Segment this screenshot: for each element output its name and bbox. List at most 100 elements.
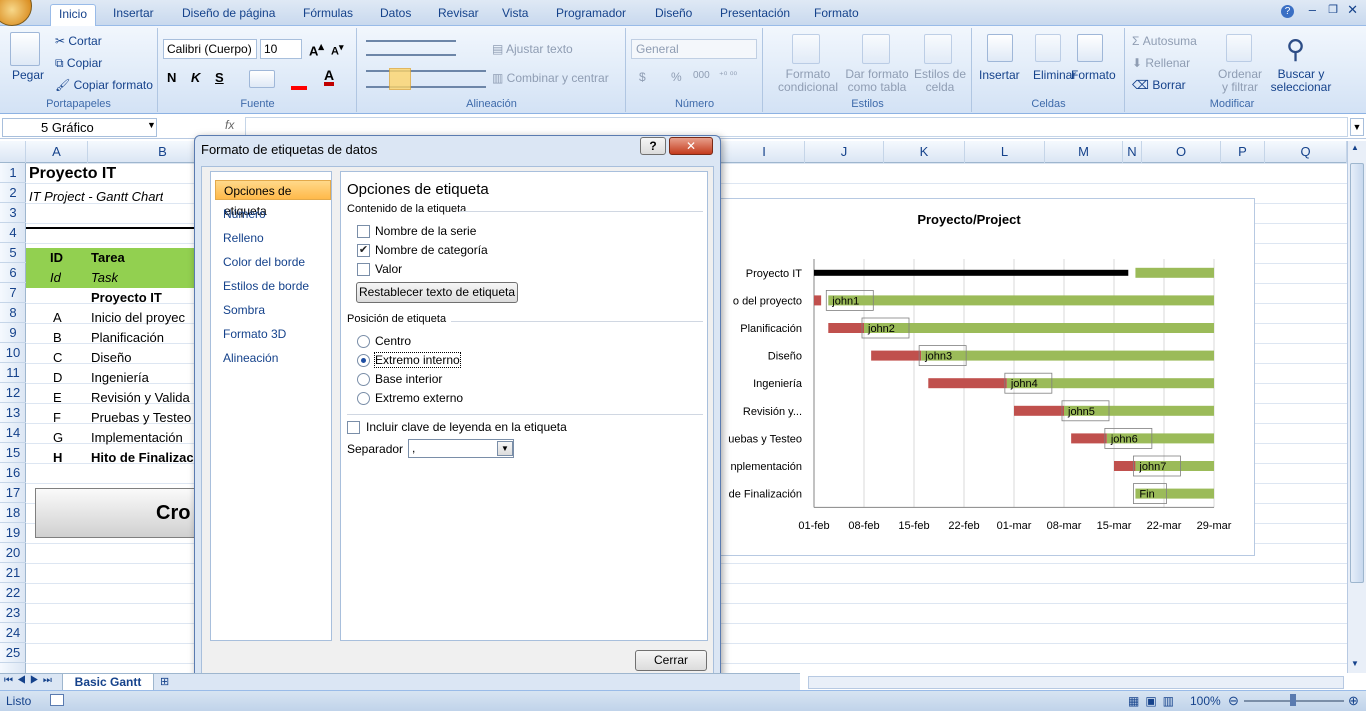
row-header-4[interactable]: 4 (0, 223, 26, 243)
font-color-icon[interactable]: A (324, 68, 335, 86)
tab-inicio[interactable]: Inicio (50, 4, 97, 27)
tab-vista[interactable]: Vista (494, 4, 536, 26)
scroll-down-icon[interactable]: ▼ (1351, 659, 1359, 668)
zoom-in-icon[interactable]: ⊕ (1348, 693, 1359, 709)
column-header-l[interactable]: L (965, 141, 1045, 163)
legend-key-checkbox[interactable] (347, 421, 360, 434)
office-button[interactable] (0, 0, 32, 26)
row-header-10[interactable]: 10 (0, 343, 26, 363)
conditional-format-button[interactable]: Formato condicional (770, 68, 846, 94)
close-dialog-button[interactable]: Cerrar (635, 650, 707, 671)
fill-button[interactable]: ⬇ Rellenar (1132, 56, 1190, 70)
restore-icon[interactable]: ❐ (1328, 3, 1338, 16)
row-header-21[interactable]: 21 (0, 563, 26, 583)
tab-programador[interactable]: Programador (548, 4, 634, 26)
dialog-close-button[interactable]: ✕ (669, 137, 713, 155)
thousands-button[interactable]: 000 (693, 70, 710, 81)
column-header-n[interactable]: N (1123, 141, 1142, 163)
separator-dropdown-icon[interactable]: ▼ (497, 441, 513, 456)
fx-icon[interactable]: fx (225, 118, 234, 132)
vertical-align-icons[interactable] (366, 40, 456, 56)
row-header-6[interactable]: 6 (0, 263, 26, 283)
value-checkbox[interactable] (357, 263, 370, 276)
paste-button[interactable]: Pegar (12, 68, 44, 82)
tab-formato[interactable]: Formato (806, 4, 867, 26)
row-header-18[interactable]: 18 (0, 503, 26, 523)
row-header-11[interactable]: 11 (0, 363, 26, 383)
position-radio-1[interactable] (357, 354, 370, 367)
insert-cells-button[interactable]: Insertar (979, 68, 1020, 82)
series-name-checkbox[interactable] (357, 225, 370, 238)
zoom-slider-thumb[interactable] (1290, 694, 1296, 706)
find-select-button[interactable]: Buscar y seleccionar (1266, 68, 1336, 94)
row-header-20[interactable]: 20 (0, 543, 26, 563)
insert-sheet-icon[interactable]: ⊞ (160, 675, 169, 688)
percent-button[interactable]: % (671, 70, 682, 84)
align-center-icon[interactable] (389, 68, 411, 90)
format-painter-button[interactable]: 🖌 Copiar formato (55, 78, 153, 92)
help-button[interactable]: ? (640, 137, 666, 155)
gantt-chart[interactable]: Proyecto/Project 01-feb 08-feb 15-feb 22-feb… (720, 198, 1255, 556)
tab-revisar[interactable]: Revisar (430, 4, 487, 26)
row-header-16[interactable]: 16 (0, 463, 26, 483)
minimize-icon[interactable]: – (1309, 2, 1316, 17)
position-radio-2[interactable] (357, 373, 370, 386)
tab-insertar[interactable]: Insertar (105, 4, 162, 26)
row-header-22[interactable]: 22 (0, 583, 26, 603)
column-header-q[interactable]: Q (1265, 141, 1347, 163)
font-size-select[interactable]: 10 (260, 39, 302, 59)
column-header-p[interactable]: P (1221, 141, 1265, 163)
row-header-9[interactable]: 9 (0, 323, 26, 343)
format-as-table-button[interactable]: Dar formato como tabla (844, 68, 910, 94)
cut-button[interactable]: ✂ Cortar (55, 34, 102, 48)
autosum-button[interactable]: Σ Autosuma (1132, 34, 1197, 48)
name-box[interactable]: 5 Gráfico (2, 118, 157, 137)
nav-item-6[interactable]: Formato 3D (215, 324, 331, 344)
cell-styles-button[interactable]: Estilos de celda (912, 68, 968, 94)
nav-item-3[interactable]: Color del borde (215, 252, 331, 272)
nav-item-2[interactable]: Relleno (215, 228, 331, 248)
row-header-19[interactable]: 19 (0, 523, 26, 543)
row-header-5[interactable]: 5 (0, 243, 26, 263)
row-header-7[interactable]: 7 (0, 283, 26, 303)
number-format-select[interactable]: General (631, 39, 757, 59)
merge-center-button[interactable]: ▥ Combinar y centrar (492, 71, 609, 85)
grow-font-icon[interactable]: A▴ (309, 40, 324, 58)
scroll-thumb[interactable] (1350, 163, 1364, 583)
position-radio-0[interactable] (357, 335, 370, 348)
sheet-nav-icons[interactable]: ⏮◀▶⏭ (4, 675, 56, 686)
column-header-k[interactable]: K (884, 141, 965, 163)
column-header-o[interactable]: O (1142, 141, 1221, 163)
clear-button[interactable]: ⌫ Borrar (1132, 78, 1186, 92)
tab-fórmulas[interactable]: Fórmulas (295, 4, 361, 26)
sort-filter-button[interactable]: Ordenar y filtrar (1216, 68, 1264, 94)
paste-icon[interactable] (10, 32, 40, 66)
column-header-a[interactable]: A (26, 141, 88, 163)
nav-item-4[interactable]: Estilos de borde (215, 276, 331, 296)
wrap-text-button[interactable]: ▤ Ajustar texto (492, 42, 573, 56)
sheet-tab-basic-gantt[interactable]: Basic Gantt (62, 674, 154, 691)
column-header-m[interactable]: M (1045, 141, 1123, 163)
name-box-dropdown-icon[interactable]: ▼ (147, 120, 156, 130)
nav-item-5[interactable]: Sombra (215, 300, 331, 320)
select-all-corner[interactable] (0, 141, 26, 163)
row-header-8[interactable]: 8 (0, 303, 26, 323)
help-icon[interactable]: ? (1281, 5, 1294, 18)
schedule-button[interactable]: Cro (35, 488, 200, 538)
formula-input[interactable] (245, 117, 1348, 137)
shrink-font-icon[interactable]: A▾ (331, 42, 344, 58)
horizontal-align-icons[interactable] (366, 70, 486, 88)
category-name-checkbox[interactable]: ✔ (357, 244, 370, 257)
expand-formula-icon[interactable]: ▼ (1350, 118, 1364, 136)
tab-presentación[interactable]: Presentación (712, 4, 798, 26)
row-header-25[interactable]: 25 (0, 643, 26, 663)
row-header-13[interactable]: 13 (0, 403, 26, 423)
zoom-out-icon[interactable]: ⊖ (1228, 693, 1239, 709)
tab-diseño-de-página[interactable]: Diseño de página (174, 4, 283, 26)
row-header-12[interactable]: 12 (0, 383, 26, 403)
copy-button[interactable]: ⧉ Copiar (55, 56, 102, 71)
borders-icon[interactable] (249, 70, 275, 88)
tab-datos[interactable]: Datos (372, 4, 419, 26)
horizontal-scrollbar[interactable] (808, 676, 1344, 689)
row-header-23[interactable]: 23 (0, 603, 26, 623)
